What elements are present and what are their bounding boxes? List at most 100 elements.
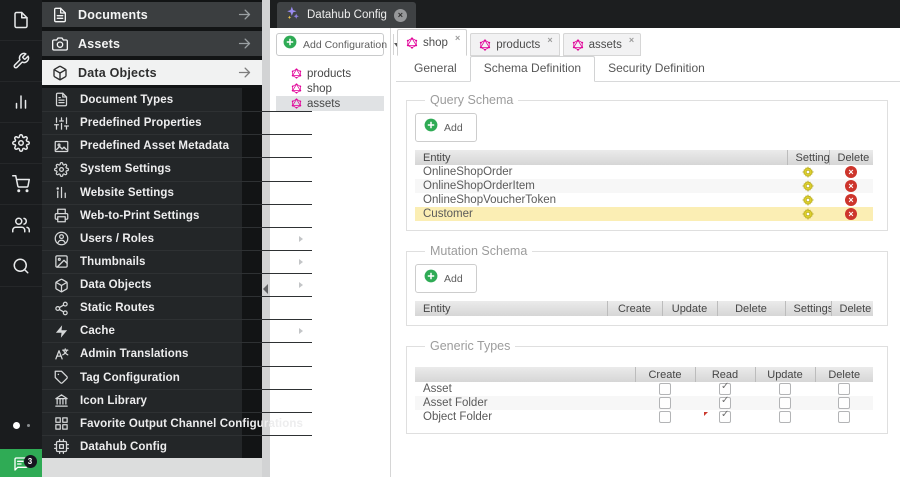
close-icon[interactable]: × bbox=[394, 9, 407, 22]
query-schema-fieldset: Query Schema Add EntitySettingsDelete On… bbox=[406, 93, 888, 231]
table-row[interactable]: Customer× bbox=[415, 207, 873, 221]
table-row[interactable]: OnlineShopOrderItem× bbox=[415, 179, 873, 193]
menu-item-predefined-properties[interactable]: Predefined Properties bbox=[42, 111, 312, 134]
menu-item-data-objects[interactable]: Data Objects bbox=[42, 273, 312, 296]
settings-gear-icon[interactable] bbox=[802, 208, 814, 220]
column-header-read[interactable]: Read bbox=[695, 367, 755, 382]
menu-item-label: Icon Library bbox=[80, 395, 147, 407]
menu-item-tag-configuration[interactable]: Tag Configuration bbox=[42, 366, 312, 389]
close-icon[interactable]: × bbox=[455, 33, 460, 43]
update-checkbox[interactable] bbox=[779, 411, 791, 423]
settings-gear-icon[interactable] bbox=[802, 166, 814, 178]
menu-item-document-types[interactable]: Document Types bbox=[42, 88, 312, 111]
table-row[interactable]: Object Folder bbox=[415, 410, 873, 424]
delete-icon[interactable]: × bbox=[845, 180, 857, 192]
section-tab-general[interactable]: General bbox=[401, 57, 470, 81]
section-tab-security-definition[interactable]: Security Definition bbox=[595, 57, 718, 81]
plus-circle-icon bbox=[283, 35, 297, 54]
column-header-delete[interactable]: Delete bbox=[831, 301, 873, 316]
delete-checkbox[interactable] bbox=[838, 383, 850, 395]
delete-cell bbox=[815, 396, 873, 410]
grid-icon bbox=[54, 416, 69, 431]
accordion-header-data-objects[interactable]: Data Objects bbox=[42, 60, 262, 85]
table-row[interactable]: Asset Folder bbox=[415, 396, 873, 410]
menu-item-thumbnails[interactable]: Thumbnails bbox=[42, 250, 312, 273]
tab-datahub-config[interactable]: Datahub Config × bbox=[277, 2, 416, 28]
read-checkbox[interactable] bbox=[719, 411, 731, 423]
column-header-delete[interactable]: Delete bbox=[829, 150, 873, 165]
delete-icon[interactable]: × bbox=[845, 194, 857, 206]
delete-checkbox[interactable] bbox=[838, 397, 850, 409]
menu-item-predefined-asset-metadata[interactable]: Predefined Asset Metadata bbox=[42, 134, 312, 157]
menu-item-users-roles[interactable]: Users / Roles bbox=[42, 227, 312, 250]
menu-item-admin-translations[interactable]: Admin Translations bbox=[42, 342, 312, 365]
column-header-name[interactable] bbox=[415, 367, 635, 382]
notifications-chat-button[interactable]: 3 bbox=[0, 449, 42, 477]
delete-icon[interactable]: × bbox=[845, 166, 857, 178]
create-checkbox[interactable] bbox=[659, 411, 671, 423]
menu-item-label: Favorite Output Channel Configurations bbox=[80, 418, 303, 430]
column-header-update[interactable]: Update bbox=[662, 301, 717, 316]
menu-item-label: Datahub Config bbox=[80, 441, 167, 453]
close-icon[interactable]: × bbox=[547, 35, 552, 45]
column-header-update[interactable]: Update bbox=[755, 367, 815, 382]
accordion-header-label: Documents bbox=[78, 8, 148, 22]
config-tab-products[interactable]: products× bbox=[470, 33, 559, 56]
tree-item-products[interactable]: products bbox=[276, 66, 384, 81]
menu-item-favorite-output-channel-configurations[interactable]: Favorite Output Channel Configurations bbox=[42, 412, 312, 435]
settings-cell bbox=[787, 207, 829, 221]
settings-gear-icon[interactable] bbox=[802, 194, 814, 206]
table-row[interactable]: OnlineShopVoucherToken× bbox=[415, 193, 873, 207]
section-tab-schema-definition[interactable]: Schema Definition bbox=[470, 56, 595, 82]
config-tab-shop[interactable]: shop× bbox=[397, 29, 467, 56]
update-checkbox[interactable] bbox=[779, 397, 791, 409]
column-header-delete[interactable]: Delete bbox=[717, 301, 785, 316]
gear-icon bbox=[54, 162, 69, 177]
users-icon[interactable] bbox=[0, 205, 42, 246]
mutation-schema-add-button[interactable]: Add bbox=[415, 264, 477, 293]
bar-chart-icon[interactable] bbox=[0, 82, 42, 123]
menu-item-cache[interactable]: Cache bbox=[42, 319, 312, 342]
config-tab-assets[interactable]: assets× bbox=[563, 33, 642, 56]
read-checkbox[interactable] bbox=[719, 383, 731, 395]
update-checkbox[interactable] bbox=[779, 383, 791, 395]
column-header-settings[interactable]: Settings bbox=[787, 150, 829, 165]
table-row[interactable]: OnlineShopOrder× bbox=[415, 165, 873, 179]
menu-item-datahub-config[interactable]: Datahub Config bbox=[42, 435, 312, 458]
close-icon[interactable]: × bbox=[629, 35, 634, 45]
create-checkbox[interactable] bbox=[659, 397, 671, 409]
column-header-create[interactable]: Create bbox=[607, 301, 662, 316]
delete-icon[interactable]: × bbox=[845, 208, 857, 220]
delete-checkbox[interactable] bbox=[838, 411, 850, 423]
image-card-icon bbox=[54, 139, 69, 154]
cart-icon[interactable] bbox=[0, 164, 42, 205]
menu-item-system-settings[interactable]: System Settings bbox=[42, 157, 312, 180]
column-header-delete[interactable]: Delete bbox=[815, 367, 873, 382]
graphql-icon bbox=[291, 68, 302, 79]
gear-icon[interactable] bbox=[0, 123, 42, 164]
query-schema-add-button[interactable]: Add bbox=[415, 113, 477, 142]
column-header-entity[interactable]: Entity bbox=[415, 150, 787, 165]
notification-count-badge: 3 bbox=[24, 455, 37, 468]
accordion-header-documents[interactable]: Documents bbox=[42, 2, 262, 27]
create-checkbox[interactable] bbox=[659, 383, 671, 395]
menu-item-website-settings[interactable]: Website Settings bbox=[42, 181, 312, 204]
menu-item-static-routes[interactable]: Static Routes bbox=[42, 296, 312, 319]
create-cell bbox=[635, 382, 695, 396]
settings-gear-icon[interactable] bbox=[802, 180, 814, 192]
wrench-icon[interactable] bbox=[0, 41, 42, 82]
column-header-settings[interactable]: Settings bbox=[785, 301, 831, 316]
column-header-entity[interactable]: Entity bbox=[415, 301, 607, 316]
table-row[interactable]: Asset bbox=[415, 382, 873, 396]
file-icon[interactable] bbox=[0, 0, 42, 41]
schema-definition-content: Query Schema Add EntitySettingsDelete On… bbox=[396, 82, 900, 477]
column-header-create[interactable]: Create bbox=[635, 367, 695, 382]
menu-item-web-to-print-settings[interactable]: Web-to-Print Settings bbox=[42, 204, 312, 227]
accordion-header-assets[interactable]: Assets bbox=[42, 31, 262, 56]
icon-bar: 3 bbox=[0, 0, 42, 477]
search-icon[interactable] bbox=[0, 246, 42, 287]
read-checkbox[interactable] bbox=[719, 397, 731, 409]
menu-item-icon-library[interactable]: Icon Library bbox=[42, 389, 312, 412]
configuration-tab-panel: shop×products×assets× GeneralSchema Defi… bbox=[391, 28, 900, 477]
add-configuration-button[interactable]: Add Configuration bbox=[276, 33, 384, 56]
